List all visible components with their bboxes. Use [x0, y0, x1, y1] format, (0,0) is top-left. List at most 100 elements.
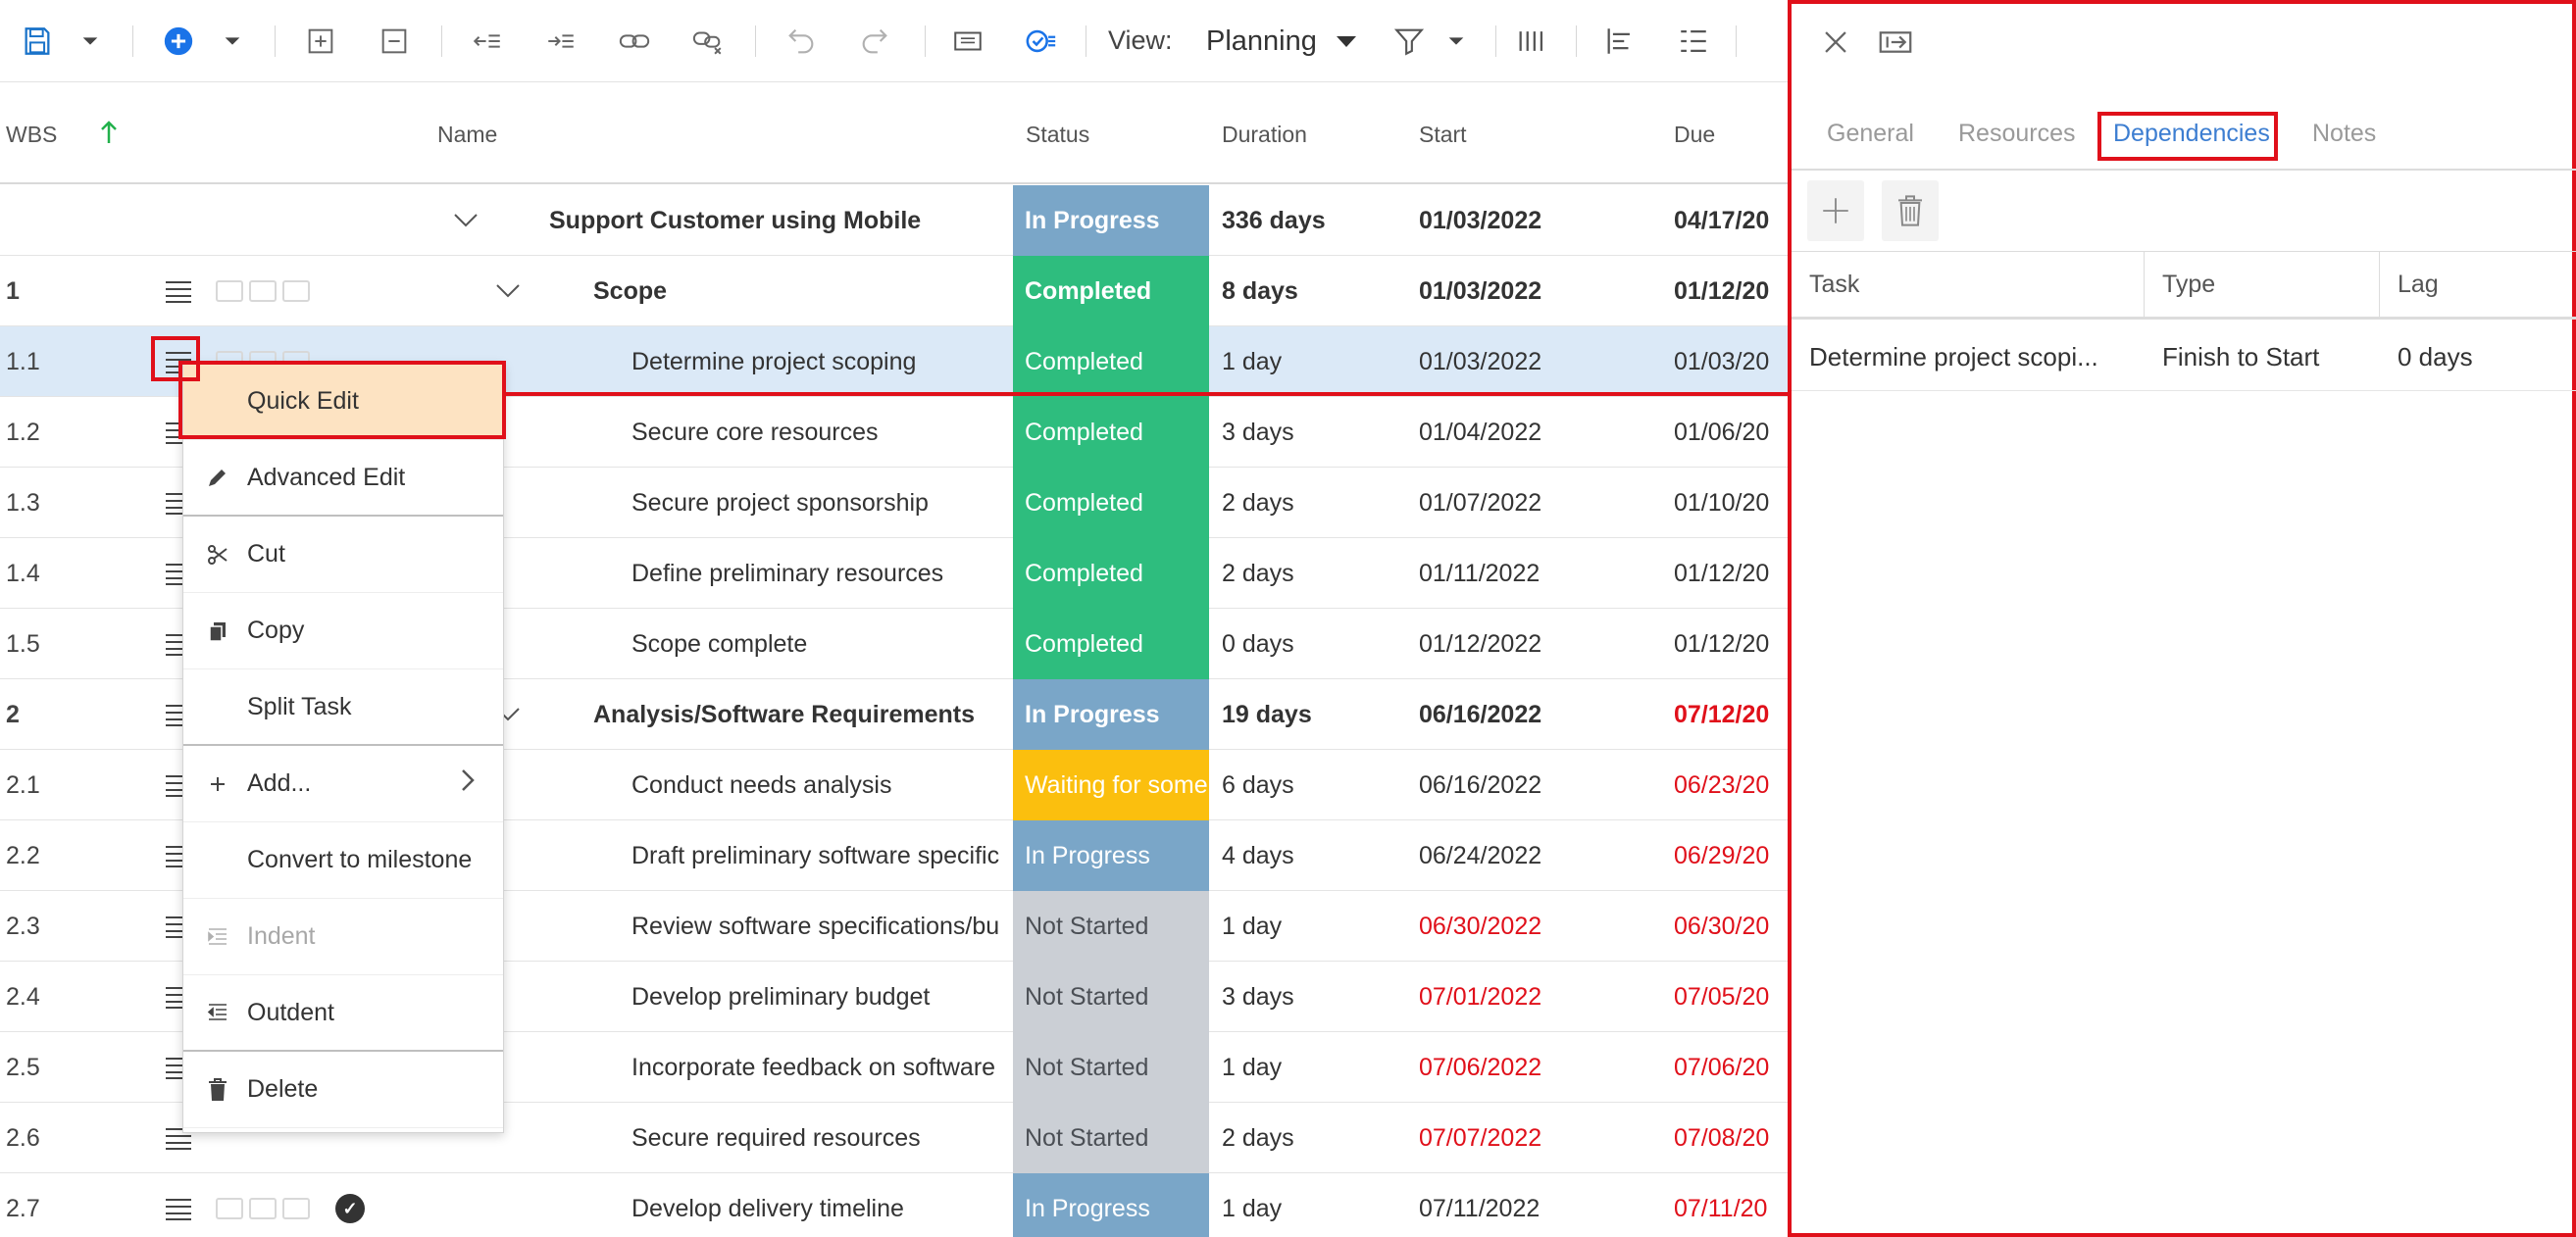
- status-badge[interactable]: In Progress: [1013, 1173, 1209, 1237]
- duration-cell[interactable]: 1 day: [1222, 891, 1398, 962]
- status-badge[interactable]: Completed: [1013, 609, 1209, 679]
- menu-item-convert-to-milestone[interactable]: Convert to milestone: [183, 822, 503, 899]
- duration-cell[interactable]: 2 days: [1222, 1103, 1398, 1173]
- due-date-cell[interactable]: 01/10/20: [1674, 468, 1788, 538]
- column-header-status[interactable]: Status: [1026, 122, 1089, 148]
- status-badge[interactable]: Completed: [1013, 326, 1209, 397]
- menu-item-indent[interactable]: Indent: [183, 899, 503, 975]
- duration-cell[interactable]: 8 days: [1222, 256, 1398, 326]
- status-badge[interactable]: Waiting for some: [1013, 750, 1209, 820]
- due-date-cell[interactable]: 07/05/20: [1674, 962, 1788, 1032]
- task-name[interactable]: Scope complete: [631, 609, 1043, 679]
- duration-cell[interactable]: 2 days: [1222, 468, 1398, 538]
- outdent-icon[interactable]: [466, 18, 509, 65]
- menu-item-delete[interactable]: Delete: [183, 1052, 503, 1128]
- tab-notes[interactable]: Notes: [2312, 120, 2376, 148]
- status-badge[interactable]: Completed: [1013, 397, 1209, 468]
- duration-cell[interactable]: 3 days: [1222, 397, 1398, 468]
- unlink-icon[interactable]: [686, 18, 730, 65]
- duration-cell[interactable]: 6 days: [1222, 750, 1398, 820]
- menu-item-cut[interactable]: Cut: [183, 517, 503, 593]
- sort-ascending-arrow-icon[interactable]: [98, 120, 120, 145]
- row-menu-icon[interactable]: [157, 256, 200, 326]
- menu-item-add[interactable]: Add...: [183, 746, 503, 822]
- status-badge[interactable]: Completed: [1013, 256, 1209, 326]
- due-date-cell[interactable]: 07/06/20: [1674, 1032, 1788, 1103]
- due-date-cell[interactable]: 01/03/20: [1674, 326, 1788, 397]
- start-date-cell[interactable]: 01/03/2022: [1419, 185, 1615, 256]
- status-badge[interactable]: Not Started: [1013, 1103, 1209, 1173]
- filter-icon[interactable]: [1388, 18, 1431, 65]
- delete-dependency-button[interactable]: [1882, 180, 1939, 241]
- start-date-cell[interactable]: 06/16/2022: [1419, 679, 1615, 750]
- align-icon[interactable]: [1598, 18, 1642, 65]
- status-badge[interactable]: Not Started: [1013, 891, 1209, 962]
- column-header-due[interactable]: Due: [1674, 122, 1715, 148]
- columns-icon[interactable]: [1510, 18, 1553, 65]
- task-name[interactable]: Secure core resources: [631, 397, 1043, 468]
- task-name[interactable]: Draft preliminary software specific: [631, 820, 1012, 891]
- details-icon[interactable]: [946, 18, 989, 65]
- start-date-cell[interactable]: 06/16/2022: [1419, 750, 1615, 820]
- column-header-duration[interactable]: Duration: [1222, 122, 1307, 148]
- column-header-name[interactable]: Name: [437, 122, 497, 148]
- status-badge[interactable]: In Progress: [1013, 185, 1209, 256]
- start-date-cell[interactable]: 01/04/2022: [1419, 397, 1615, 468]
- remove-row-icon[interactable]: [373, 18, 416, 65]
- task-check-icon[interactable]: [1020, 18, 1063, 65]
- table-row[interactable]: 2.7 ✓ Develop delivery timeline In Progr…: [0, 1173, 1788, 1237]
- column-header-lag[interactable]: Lag: [2380, 252, 2576, 318]
- status-badge[interactable]: Not Started: [1013, 1032, 1209, 1103]
- tab-general[interactable]: General: [1827, 120, 1914, 148]
- add-dependency-button[interactable]: [1807, 180, 1864, 241]
- status-badge[interactable]: Not Started: [1013, 962, 1209, 1032]
- start-date-cell[interactable]: 07/01/2022: [1419, 962, 1615, 1032]
- status-badge[interactable]: Completed: [1013, 468, 1209, 538]
- duration-cell[interactable]: 2 days: [1222, 538, 1398, 609]
- start-date-cell[interactable]: 01/03/2022: [1419, 256, 1615, 326]
- view-select[interactable]: Planning: [1206, 22, 1356, 61]
- column-header-wbs[interactable]: WBS: [6, 122, 57, 148]
- start-date-cell[interactable]: 06/24/2022: [1419, 820, 1615, 891]
- task-name[interactable]: Define preliminary resources: [631, 538, 1043, 609]
- start-date-cell[interactable]: 07/07/2022: [1419, 1103, 1615, 1173]
- list-icon[interactable]: [1672, 18, 1715, 65]
- menu-item-split-task[interactable]: Split Task: [183, 669, 503, 746]
- due-date-cell[interactable]: 01/12/20: [1674, 609, 1788, 679]
- due-date-cell[interactable]: 06/29/20: [1674, 820, 1788, 891]
- due-date-cell[interactable]: 01/06/20: [1674, 397, 1788, 468]
- duration-cell[interactable]: 336 days: [1222, 185, 1398, 256]
- due-date-cell[interactable]: 04/17/20: [1674, 185, 1788, 256]
- duration-cell[interactable]: 1 day: [1222, 1173, 1398, 1237]
- duration-cell[interactable]: 4 days: [1222, 820, 1398, 891]
- menu-item-quick-edit[interactable]: Quick Edit: [183, 364, 503, 440]
- duration-cell[interactable]: 1 day: [1222, 1032, 1398, 1103]
- start-date-cell[interactable]: 01/11/2022: [1419, 538, 1615, 609]
- due-date-cell[interactable]: 06/30/20: [1674, 891, 1788, 962]
- filter-dropdown-chevron-down-icon[interactable]: [1435, 18, 1478, 65]
- redo-icon[interactable]: [853, 18, 896, 65]
- duration-cell[interactable]: 1 day: [1222, 326, 1398, 397]
- column-header-task[interactable]: Task: [1792, 252, 2145, 318]
- task-name[interactable]: Secure project sponsorship: [631, 468, 1043, 538]
- save-icon[interactable]: [16, 18, 59, 65]
- start-date-cell[interactable]: 07/06/2022: [1419, 1032, 1615, 1103]
- expand-panel-icon[interactable]: [1878, 25, 1913, 59]
- column-header-type[interactable]: Type: [2145, 252, 2380, 318]
- menu-item-copy[interactable]: Copy: [183, 593, 503, 669]
- task-name[interactable]: Scope: [593, 256, 1005, 326]
- menu-item-outdent[interactable]: Outdent: [183, 975, 503, 1052]
- table-row[interactable]: 1 Scope Completed 8 days 01/03/2022 01/1…: [0, 256, 1788, 326]
- task-name[interactable]: Incorporate feedback on software: [631, 1032, 1012, 1103]
- link-icon[interactable]: [613, 18, 656, 65]
- column-header-start[interactable]: Start: [1419, 122, 1467, 148]
- add-circle-icon[interactable]: [157, 18, 200, 65]
- task-name[interactable]: Review software specifications/bu: [631, 891, 1012, 962]
- due-date-cell[interactable]: 07/11/20: [1674, 1173, 1788, 1237]
- undo-icon[interactable]: [780, 18, 823, 65]
- collapse-chevron-icon[interactable]: [446, 185, 485, 256]
- due-date-cell[interactable]: 07/08/20: [1674, 1103, 1788, 1173]
- menu-item-advanced-edit[interactable]: Advanced Edit: [183, 440, 503, 517]
- task-name[interactable]: Analysis/Software Requirements: [593, 679, 1005, 750]
- indent-icon[interactable]: [539, 18, 582, 65]
